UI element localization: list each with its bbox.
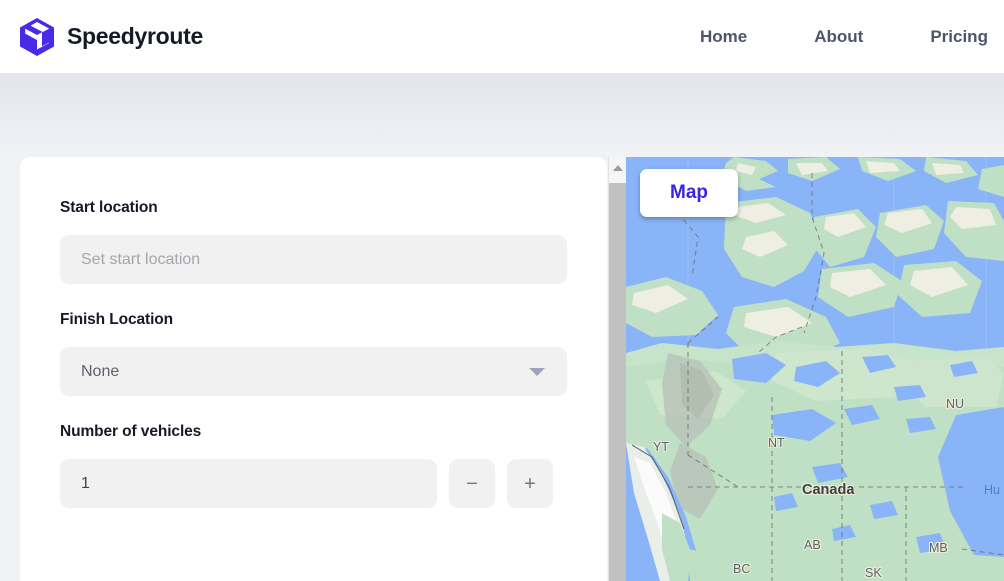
nav-about[interactable]: About xyxy=(814,27,863,47)
map-type-button[interactable]: Map xyxy=(640,169,738,217)
scrollbar-thumb[interactable] xyxy=(609,183,626,581)
map-label-nt: NT xyxy=(768,436,785,450)
vehicles-label: Number of vehicles xyxy=(60,423,567,441)
nav-home[interactable]: Home xyxy=(700,27,747,47)
brand-name: Speedyroute xyxy=(67,23,203,50)
map-panel[interactable]: Map NU NT YT Canada AB MB BC SK Hu xyxy=(626,157,1004,581)
site-header: Speedyroute Home About Pricing xyxy=(0,0,1004,73)
scroll-up-triangle xyxy=(613,165,623,171)
nav-pricing[interactable]: Pricing xyxy=(930,27,988,47)
vehicles-input[interactable]: 1 xyxy=(60,459,437,508)
map-label-hudson-bay: Hu xyxy=(984,483,1000,497)
app-page: Speedyroute Home About Pricing Start loc… xyxy=(0,0,1004,581)
map-canvas xyxy=(626,157,1004,581)
map-label-ab: AB xyxy=(804,538,821,552)
start-location-input[interactable]: Set start location xyxy=(60,235,567,284)
map-label-yt: YT xyxy=(653,440,669,454)
map-label-bc: BC xyxy=(733,562,750,576)
chevron-down-icon xyxy=(529,368,545,376)
map-label-mb: MB xyxy=(929,541,948,555)
route-form-card: Start location Set start location Finish… xyxy=(20,157,607,581)
brand-logo-area[interactable]: Speedyroute xyxy=(20,18,203,56)
finish-location-value: None xyxy=(81,363,119,381)
scroll-up-arrow-icon[interactable] xyxy=(609,157,626,179)
form-scrollbar[interactable] xyxy=(608,157,625,581)
main-navigation: Home About Pricing xyxy=(700,0,988,73)
map-label-sk: SK xyxy=(865,566,882,580)
finish-location-select[interactable]: None xyxy=(60,347,567,396)
vehicles-increment-button[interactable]: + xyxy=(507,459,553,508)
vehicles-stepper: 1 − + xyxy=(60,459,567,508)
vehicles-field: Number of vehicles 1 − + xyxy=(60,423,567,508)
map-label-canada: Canada xyxy=(802,482,854,498)
start-location-label: Start location xyxy=(60,199,567,217)
vehicles-decrement-button[interactable]: − xyxy=(449,459,495,508)
finish-location-field: Finish Location None xyxy=(60,311,567,396)
cube-logo-icon xyxy=(20,18,54,56)
map-label-nu: NU xyxy=(946,397,964,411)
start-location-field: Start location Set start location xyxy=(60,199,567,284)
finish-location-label: Finish Location xyxy=(60,311,567,329)
